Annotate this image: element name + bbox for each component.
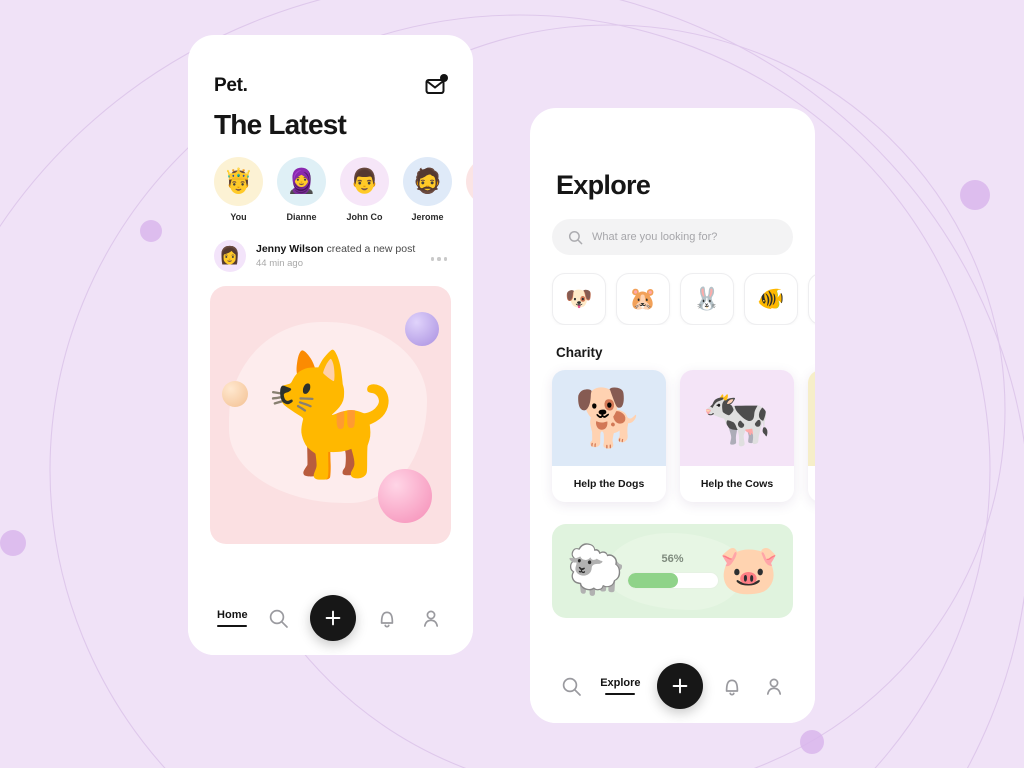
charity-label: Help the Cows <box>700 478 774 490</box>
deco-dot-left <box>140 220 162 242</box>
nav-item-search[interactable] <box>266 608 292 629</box>
page-title-explore: Explore <box>556 170 651 200</box>
post-timestamp: 44 min ago <box>256 258 304 269</box>
story-label: Dianne <box>286 212 317 222</box>
charity-card-ponies[interactable]: 🐎 Help the Ponies <box>808 370 815 502</box>
app-header: Pet. <box>188 35 473 97</box>
bell-icon <box>380 611 394 627</box>
story-item[interactable]: 🧕 Dianne <box>277 157 326 222</box>
story-item[interactable]: 🤴 You <box>214 157 263 222</box>
nav-item-search[interactable] <box>558 676 584 697</box>
story-label: You <box>230 212 247 222</box>
story-avatar: 🧔 <box>403 157 452 206</box>
page-title: The Latest <box>214 109 347 140</box>
story-label: Theres <box>466 212 473 222</box>
post-image-card[interactable]: 🐈 <box>210 286 451 544</box>
charity-image-pony: 🐎 <box>808 370 815 466</box>
background-decoration <box>0 0 1024 768</box>
category-chips-row[interactable]: 🐶 🐹 🐰 🐠 <box>530 255 815 325</box>
nav-item-notifications[interactable] <box>374 608 400 629</box>
bottom-navigation-home: Home <box>188 581 473 655</box>
charity-image-cow: 🐄 <box>680 370 794 466</box>
story-avatar: 👨 <box>340 157 389 206</box>
active-indicator <box>217 625 248 627</box>
nav-label-home: Home <box>217 609 248 621</box>
nav-item-profile[interactable] <box>418 608 444 629</box>
bell-icon <box>725 679 739 695</box>
section-title-charity: Charity <box>556 345 603 360</box>
create-post-button[interactable] <box>656 663 703 709</box>
app-brand: Pet. <box>214 75 248 96</box>
search-icon <box>568 230 583 244</box>
deco-dot-bottom-right <box>800 730 824 754</box>
search-placeholder: What are you looking for? <box>592 231 718 243</box>
phone-screen-latest: Pet. The Latest 🤴 You 🧕 Dianne 👨 John Co… <box>188 35 473 655</box>
plus-icon <box>325 610 341 626</box>
search-icon <box>269 609 289 628</box>
category-chip-fish[interactable]: 🐠 <box>744 273 798 325</box>
nav-item-notifications[interactable] <box>719 676 745 697</box>
charity-card-dogs[interactable]: 🐕 Help the Dogs <box>552 370 666 502</box>
active-indicator <box>605 693 636 695</box>
category-chip-more[interactable] <box>808 273 815 325</box>
progress-group: 56% <box>626 553 719 589</box>
progress-percent-label: 56% <box>661 553 684 565</box>
story-item[interactable]: 🧔 Jerome <box>403 157 452 222</box>
charity-cards-row[interactable]: 🐕 Help the Dogs 🐄 Help the Cows 🐎 Help t… <box>530 360 815 502</box>
person-icon <box>766 678 781 695</box>
progress-bar-track <box>626 572 719 589</box>
story-label: Jerome <box>411 212 444 222</box>
story-avatar: 😮 <box>466 157 473 206</box>
nav-item-explore[interactable]: Explore <box>600 677 641 695</box>
phone-screen-explore: Explore What are you looking for? 🐶 🐹 🐰 … <box>530 108 815 723</box>
mail-icon[interactable] <box>425 74 448 96</box>
create-post-button[interactable] <box>309 595 356 641</box>
post-headline: Jenny Wilson created a new post <box>256 243 421 255</box>
plus-icon <box>672 678 688 694</box>
more-options-icon[interactable] <box>430 251 447 261</box>
purple-ball-icon <box>404 311 439 346</box>
post-header: 👩 Jenny Wilson created a new post 44 min… <box>188 222 473 272</box>
story-label: John Co <box>346 212 383 222</box>
nav-item-profile[interactable] <box>761 676 787 697</box>
avatar: 👩 <box>214 240 246 272</box>
search-icon <box>562 677 581 696</box>
charity-card-cows[interactable]: 🐄 Help the Cows <box>680 370 794 502</box>
category-chip-hamster[interactable]: 🐹 <box>616 273 670 325</box>
mail-notification-badge <box>440 74 448 82</box>
post-text: Jenny Wilson created a new post 44 min a… <box>256 243 421 269</box>
post-action: created a new post <box>323 243 416 255</box>
deco-dot-lower-left <box>0 530 26 556</box>
search-input[interactable]: What are you looking for? <box>552 219 793 255</box>
story-avatar: 🤴 <box>214 157 263 206</box>
charity-image-dog: 🐕 <box>552 370 666 466</box>
charity-label: Help the Ponies <box>808 466 815 502</box>
progress-bar-fill <box>627 573 678 588</box>
category-chip-dog[interactable]: 🐶 <box>552 273 606 325</box>
sheep-illustration: 🐑 <box>566 544 626 597</box>
pig-illustration: 🐷 <box>719 544 779 597</box>
nav-label-explore: Explore <box>600 677 641 689</box>
story-item[interactable]: 😮 Theres <box>466 157 473 222</box>
person-icon <box>423 610 438 627</box>
story-avatar: 🧕 <box>277 157 326 206</box>
nav-item-home[interactable]: Home <box>217 609 248 627</box>
charity-label: Help the Dogs <box>573 478 645 490</box>
deco-dot-right <box>960 180 990 210</box>
story-item[interactable]: 👨 John Co <box>340 157 389 222</box>
category-chip-rabbit[interactable]: 🐰 <box>680 273 734 325</box>
post-author: Jenny Wilson <box>256 243 324 255</box>
donation-progress-banner[interactable]: 🐑 56% 🐷 <box>552 524 793 618</box>
cat-illustration: 🐈 <box>257 349 404 481</box>
bottom-navigation-explore: Explore <box>530 649 815 723</box>
stories-row[interactable]: 🤴 You 🧕 Dianne 👨 John Co 🧔 Jerome 😮 Ther… <box>188 141 473 222</box>
